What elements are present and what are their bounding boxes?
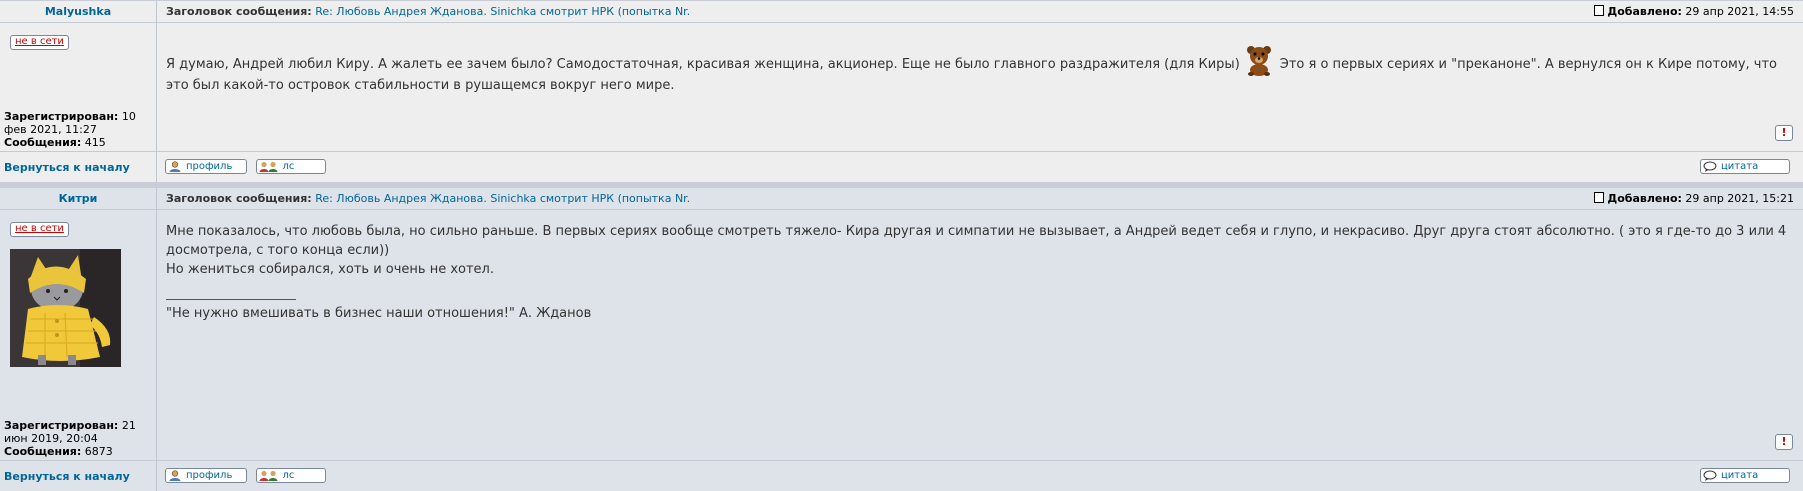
post-actions: профиль лс цитата <box>157 460 1803 491</box>
post-icon[interactable] <box>1594 192 1605 203</box>
post-date: Добавлено: 29 апр 2021, 14:55 <box>1594 5 1794 18</box>
report-icon[interactable]: ! <box>1775 434 1793 450</box>
quote-icon <box>1703 161 1717 172</box>
profile-icon <box>169 470 181 481</box>
author-info: не в сети Зарегистрирован: 21 июн 2019, … <box>0 210 156 460</box>
post-1-author-column: Malyushka не в сети Зарегистрирован: 10 … <box>0 1 157 182</box>
post-text-part-1: Я думаю, Андрей любил Киру. А жалеть ее … <box>166 57 1240 72</box>
bear-smiley-icon <box>1246 46 1271 76</box>
signature-divider <box>166 299 296 300</box>
author-stats: Зарегистрирован: 21 июн 2019, 20:04 Сооб… <box>4 419 156 458</box>
registered-label: Зарегистрирован: <box>4 110 119 123</box>
post-1-content-column: Заголовок сообщения: Re: Любовь Андрея Ж… <box>157 1 1803 182</box>
profile-label: профиль <box>186 470 233 481</box>
profile-label: профиль <box>186 161 233 172</box>
post-2: Китри не в сети Зарегистрирован: 21 июн … <box>0 188 1803 491</box>
quote-button[interactable]: цитата <box>1700 159 1790 174</box>
offline-status-badge[interactable]: не в сети <box>10 222 69 237</box>
post-2-author-column: Китри не в сети Зарегистрирован: 21 июн … <box>0 188 157 491</box>
subject-label: Заголовок сообщения: <box>166 5 312 18</box>
subject-link[interactable]: Re: Любовь Андрея Жданова. Sinichka смот… <box>315 5 690 18</box>
pm-icon <box>259 161 277 172</box>
offline-status-badge[interactable]: не в сети <box>10 35 69 50</box>
profile-button[interactable]: профиль <box>165 468 247 483</box>
pm-icon <box>259 470 277 481</box>
back-to-top-link[interactable]: Вернуться к началу <box>4 161 130 174</box>
post-paragraph-2: Но жениться собирался, хоть и очень не х… <box>166 262 494 277</box>
author-header: Malyushka <box>0 1 156 23</box>
quote-label: цитата <box>1721 161 1759 172</box>
back-to-top-link[interactable]: Вернуться к началу <box>4 470 130 483</box>
quote-button[interactable]: цитата <box>1700 468 1790 483</box>
quote-icon <box>1703 470 1717 481</box>
post-body: Я думаю, Андрей любил Киру. А жалеть ее … <box>157 23 1803 151</box>
author-name[interactable]: Китри <box>0 192 156 205</box>
back-to-top-row: Вернуться к началу <box>0 151 156 182</box>
pm-button[interactable]: лс <box>255 159 326 174</box>
posts-count-value: 6873 <box>84 445 113 458</box>
post-icon[interactable] <box>1594 5 1605 16</box>
report-icon[interactable]: ! <box>1775 125 1793 141</box>
back-to-top-row: Вернуться к началу <box>0 460 156 491</box>
added-value: 29 апр 2021, 15:21 <box>1685 192 1794 205</box>
post-text: Мне показалось, что любовь была, но силь… <box>157 210 1803 434</box>
author-header: Китри <box>0 188 156 210</box>
added-label: Добавлено: <box>1607 192 1682 205</box>
quote-label: цитата <box>1721 470 1759 481</box>
author-info: не в сети Зарегистрирован: 10 фев 2021, … <box>0 23 156 151</box>
posts-count-value: 415 <box>84 136 106 149</box>
post-header: Заголовок сообщения: Re: Любовь Андрея Ж… <box>157 188 1803 210</box>
registered-label: Зарегистрирован: <box>4 419 119 432</box>
added-value: 29 апр 2021, 14:55 <box>1685 5 1794 18</box>
pm-button[interactable]: лс <box>255 468 326 483</box>
avatar-cat-illustration <box>10 249 121 367</box>
post-actions: профиль лс цитата <box>157 151 1803 182</box>
post-paragraph-1: Мне показалось, что любовь была, но силь… <box>166 224 1787 258</box>
avatar <box>10 249 121 367</box>
author-stats: Зарегистрирован: 10 фев 2021, 11:27 Сооб… <box>4 110 156 149</box>
profile-button[interactable]: профиль <box>165 159 247 174</box>
posts-count-label: Сообщения: <box>4 136 82 149</box>
author-name[interactable]: Malyushka <box>0 5 156 18</box>
subject-label: Заголовок сообщения: <box>166 192 312 205</box>
posts-count-label: Сообщения: <box>4 445 82 458</box>
post-2-content-column: Заголовок сообщения: Re: Любовь Андрея Ж… <box>157 188 1803 491</box>
subject-link[interactable]: Re: Любовь Андрея Жданова. Sinichka смот… <box>315 192 690 205</box>
pm-label: лс <box>282 161 295 172</box>
signature-text: "Не нужно вмешивать в бизнес наши отноше… <box>166 306 592 321</box>
forum-topic: Malyushka не в сети Зарегистрирован: 10 … <box>0 0 1803 491</box>
post-header: Заголовок сообщения: Re: Любовь Андрея Ж… <box>157 1 1803 23</box>
profile-icon <box>169 161 181 172</box>
post-text: Я думаю, Андрей любил Киру. А жалеть ее … <box>157 23 1803 125</box>
post-1: Malyushka не в сети Зарегистрирован: 10 … <box>0 1 1803 182</box>
pm-label: лс <box>282 470 295 481</box>
post-date: Добавлено: 29 апр 2021, 15:21 <box>1594 192 1794 205</box>
added-label: Добавлено: <box>1607 5 1682 18</box>
post-body: Мне показалось, что любовь была, но силь… <box>157 210 1803 460</box>
